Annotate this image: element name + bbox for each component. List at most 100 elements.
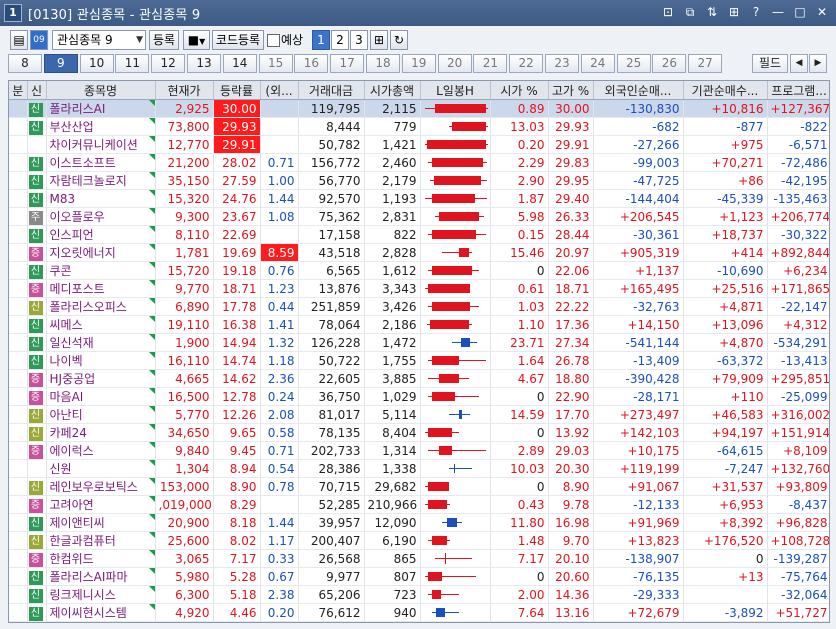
table-row[interactable]: 증 메디포스트 9,770 18.71 1.23 13,876 3,343 0.61 18.71… (9, 279, 829, 298)
cell-market-cap: 1,612 (364, 261, 421, 280)
cell-open-pct: 0.20 (490, 135, 549, 154)
number-icon[interactable]: 09 (30, 30, 48, 50)
tab-21[interactable]: 21 (473, 54, 508, 73)
tab-11[interactable]: 11 (115, 54, 150, 73)
cell-market-cap: 2,115 (364, 99, 421, 118)
page-button-1[interactable]: 1 (312, 30, 330, 50)
tab-8[interactable]: 8 (8, 54, 42, 73)
table-row[interactable]: 증 지오릿에너지 1,781 19.69 8.59 43,518 2,828 15.46 20.… (9, 243, 829, 262)
col-header-7[interactable]: 시가총액 (364, 81, 421, 100)
col-header-1[interactable]: 신 (27, 81, 47, 100)
cell-institution-net: +1,123 (683, 207, 768, 226)
tab-14[interactable]: 14 (222, 54, 257, 73)
table-row[interactable]: 신 한글과컴퓨터 25,600 8.02 1.17 200,407 6,190 1.48 9.7… (9, 531, 829, 550)
tab-19[interactable]: 19 (401, 54, 436, 73)
code-register-button[interactable]: 코드등록 (212, 30, 264, 50)
col-header-13[interactable]: 프로그램... (767, 81, 829, 100)
col-header-12[interactable]: 기관순매수... (683, 81, 768, 100)
cell-trade-value: 17,158 (298, 225, 365, 244)
tab-next-icon[interactable]: ▶ (809, 54, 827, 73)
cell-daily-candle (420, 117, 491, 136)
close-icon[interactable]: ✕ (814, 4, 830, 20)
table-row[interactable]: 신 인스피언 8,110 22.69 17,158 822 0.15 28.44 -30,361… (9, 225, 829, 244)
tab-22[interactable]: 22 (509, 54, 544, 73)
tab-27[interactable]: 27 (688, 54, 723, 73)
cell-foreign-net: -76,135 (593, 567, 684, 586)
table-row[interactable]: 주 이오플로우 9,300 23.67 1.08 75,362 2,831 5.98 26.33… (9, 207, 829, 226)
tab-18[interactable]: 18 (366, 54, 400, 73)
cell-change-rate: 9.65 (213, 423, 261, 442)
tab-13[interactable]: 13 (187, 54, 221, 73)
tab-9[interactable]: 9 (43, 54, 78, 73)
tab-20[interactable]: 20 (437, 54, 472, 73)
tab-17[interactable]: 17 (330, 54, 365, 73)
table-row[interactable]: 신 제이앤티씨 20,900 8.18 1.44 39,957 12,090 11.80 16.… (9, 513, 829, 532)
minimize-icon[interactable]: — (770, 4, 786, 20)
forecast-checkbox[interactable] (267, 34, 280, 47)
table-row[interactable]: 신 카페24 34,650 9.65 0.58 78,135 8,404 0 13.92 +142… (9, 423, 829, 442)
col-header-3[interactable]: 현재가 (155, 81, 214, 100)
col-header-8[interactable]: L일봉H (420, 81, 491, 100)
table-row[interactable]: 신원 1,304 8.94 0.54 28,386 1,338 10.03 20.30 +119… (9, 459, 829, 478)
cell-market-cap: 3,885 (364, 369, 421, 388)
tab-25[interactable]: 25 (616, 54, 651, 73)
tab-16[interactable]: 16 (294, 54, 329, 73)
col-header-0[interactable]: 분 (9, 81, 28, 100)
table-row[interactable]: 신 씨메스 19,110 16.38 1.41 78,064 2,186 1.10 17.36 +… (9, 315, 829, 334)
group-select[interactable]: 관심종목 9 ▼ (52, 30, 146, 50)
table-row[interactable]: 신 M83 15,320 24.76 1.44 92,570 1,193 1.87 29.40-… (9, 189, 829, 208)
table-row[interactable]: 신 나이벡 16,110 14.74 1.18 50,722 1,755 1.64 26.78-… (9, 351, 829, 370)
filter-button[interactable]: 필드 (752, 54, 788, 73)
cell-change-rate: 8.29 (213, 495, 261, 514)
table-row[interactable]: 신 링크제니시스 6,300 5.18 2.38 65,206 723 2.00 14.36 -2… (9, 585, 829, 604)
sort-icon[interactable]: ⇅ (704, 4, 720, 20)
register-button[interactable]: 등록 (149, 30, 179, 50)
copy-icon[interactable]: ⧉ (682, 4, 698, 20)
credit-badge: 신 (28, 570, 43, 585)
table-row[interactable]: 증 한컴위드 3,065 7.17 0.33 26,568 865 7.17 20.10 -138… (9, 549, 829, 568)
col-header-2[interactable]: 종목명 (46, 81, 156, 100)
tab-12[interactable]: 12 (151, 54, 186, 73)
tab-24[interactable]: 24 (580, 54, 615, 73)
table-row[interactable]: 증 고려아연 ,019,000 8.29 52,285 210,966 0.43 9.78 -1… (9, 495, 829, 514)
grid-icon[interactable]: ⊞ (726, 4, 742, 20)
table-row[interactable]: 증 에이럭스 9,840 9.45 0.71 202,733 1,314 2.89 29.03 +… (9, 441, 829, 460)
link-icon[interactable]: ⊡ (660, 4, 676, 20)
table-row[interactable]: 신 부산산업 73,800 29.93 8,444 779 13.03 29.93 -682 -8… (9, 117, 829, 136)
table-row[interactable]: 증 HJ중공업 4,665 14.62 2.36 22,605 3,885 4.67 18.80… (9, 369, 829, 388)
col-header-9[interactable]: 시가 % (490, 81, 549, 100)
table-row[interactable]: 차이커뮤니케이션 12,770 29.91 50,782 1,421 0.20 29.91-… (9, 135, 829, 154)
layout-icon[interactable]: ▤ (10, 30, 28, 50)
table-row[interactable]: 증 마음AI 16,500 12.78 0.24 36,750 1,029 0 22.90 -28… (9, 387, 829, 406)
table-row[interactable]: 신 폴라리스오피스 6,890 17.78 0.44 251,859 3,426 1.03 22… (9, 297, 829, 316)
col-header-10[interactable]: 고가 % (548, 81, 594, 100)
col-header-5[interactable]: (외... (260, 81, 299, 100)
table-row[interactable]: 신 자람테크놀로지 35,150 27.59 1.00 56,770 2,179 2.90 29… (9, 171, 829, 190)
tab-prev-icon[interactable]: ◀ (790, 54, 808, 73)
cell-foreign-net: +14,150 (593, 315, 684, 334)
refresh-icon[interactable]: ↻ (390, 30, 408, 50)
table-row[interactable]: 신 일신석재 1,900 14.94 1.32 126,228 1,472 23.71 27.3… (9, 333, 829, 352)
tab-23[interactable]: 23 (545, 54, 579, 73)
table-row[interactable]: 신 제이씨현시스템 4,920 4.46 0.20 76,612 940 7.64 13.16 +… (9, 603, 829, 622)
help-icon[interactable]: ? (748, 4, 764, 20)
col-header-6[interactable]: 거래대금 (298, 81, 365, 100)
tab-10[interactable]: 10 (79, 54, 114, 73)
table-row[interactable]: 신 폴라리스AI 2,925 30.00 119,795 2,115 0.89 30.00 -1… (9, 99, 829, 118)
table-row[interactable]: 신 이스트소프트 21,200 28.02 0.71 156,772 2,460 2.29 29… (9, 153, 829, 172)
page-button-3[interactable]: 3 (350, 30, 368, 50)
table-row[interactable]: 신 아난티 5,770 12.26 2.08 81,017 5,114 14.59 17.70 +… (9, 405, 829, 424)
col-header-11[interactable]: 외국인순매... (593, 81, 684, 100)
tab-26[interactable]: 26 (652, 54, 687, 73)
color-square-button[interactable]: ■▼ (183, 30, 210, 50)
table-row[interactable]: 신 레인보우로보틱스 153,000 8.90 0.78 70,715 29,682 0 8.9… (9, 477, 829, 496)
table-row[interactable]: 신 쿠콘 15,720 19.18 0.76 6,565 1,612 0 22.06 +1,137… (9, 261, 829, 280)
export-icon[interactable]: ⊞ (370, 30, 388, 50)
cell-foreign-ratio: 0.76 (260, 261, 299, 280)
col-header-4[interactable]: 등락률 (213, 81, 261, 100)
table-row[interactable]: 신 폴라리스AI파마 5,980 5.28 0.67 9,977 807 0 20.60 -76,… (9, 567, 829, 586)
cell-change-rate: 22.69 (213, 225, 261, 244)
tab-15[interactable]: 15 (258, 54, 293, 73)
maximize-icon[interactable]: □ (792, 4, 808, 20)
page-button-2[interactable]: 2 (331, 30, 349, 50)
